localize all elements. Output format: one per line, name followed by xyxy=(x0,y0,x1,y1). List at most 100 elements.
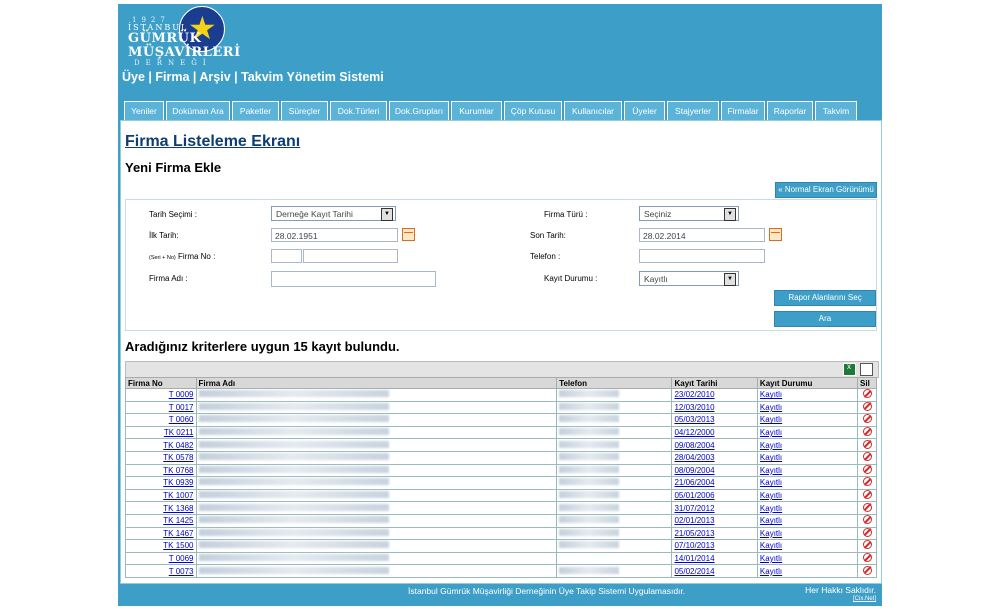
status-link[interactable]: Kayıtlı xyxy=(756,513,859,528)
tab-uyeler[interactable]: Üyeler xyxy=(624,101,665,121)
status-link[interactable]: Kayıtlı xyxy=(756,526,859,541)
delete-icon[interactable] xyxy=(862,414,872,424)
tab-cop-kutusu[interactable]: Çöp Kutusu xyxy=(504,101,562,121)
delete-icon[interactable] xyxy=(862,401,872,411)
table-row[interactable]: T 0017 12/03/2010 Kayıtlı xyxy=(125,400,877,415)
firm-name-input[interactable] xyxy=(271,271,436,287)
firm-no-link[interactable]: T 0073 xyxy=(125,564,197,578)
col-status[interactable]: Kayıt Durumu xyxy=(756,377,859,389)
delete-cell[interactable] xyxy=(857,551,877,566)
delete-cell[interactable] xyxy=(857,513,877,528)
delete-cell[interactable] xyxy=(857,413,877,427)
delete-cell[interactable] xyxy=(857,526,877,541)
table-row[interactable]: TK 1500 07/10/2013 Kayıtlı xyxy=(125,539,877,553)
date-select-dropdown[interactable]: Derneğe Kayıt Tarihi ▼ xyxy=(271,206,396,221)
table-row[interactable]: TK 0578 28/04/2003 Kayıtlı xyxy=(125,450,877,465)
firm-no-link[interactable]: TK 0768 xyxy=(125,463,197,478)
col-firm-no[interactable]: Firma No xyxy=(125,377,197,389)
reg-date-link[interactable]: 21/06/2004 xyxy=(671,476,758,490)
delete-icon[interactable] xyxy=(862,439,872,449)
delete-cell[interactable] xyxy=(857,488,877,503)
delete-icon[interactable] xyxy=(862,490,872,500)
firm-no-link[interactable]: TK 0939 xyxy=(125,476,197,490)
calendar-icon[interactable] xyxy=(402,228,415,241)
status-link[interactable]: Kayıtlı xyxy=(756,413,859,427)
print-icon[interactable] xyxy=(860,363,873,376)
table-row[interactable]: TK 1425 02/01/2013 Kayıtlı xyxy=(125,513,877,528)
tab-firmalar[interactable]: Firmalar xyxy=(721,101,765,121)
delete-icon[interactable] xyxy=(862,540,872,550)
tab-kullanicilar[interactable]: Kullanıcılar xyxy=(564,101,622,121)
firm-no-link[interactable]: T 0069 xyxy=(125,551,197,566)
table-row[interactable]: TK 1368 31/07/2012 Kayıtlı xyxy=(125,501,877,515)
excel-export-icon[interactable] xyxy=(843,362,856,376)
firm-type-dropdown[interactable]: Seçiniz ▼ xyxy=(639,206,739,221)
firm-no-link[interactable]: T 0017 xyxy=(125,400,197,415)
tab-yeniler[interactable]: Yeniler xyxy=(124,101,164,121)
reg-date-link[interactable]: 12/03/2010 xyxy=(671,400,758,415)
status-link[interactable]: Kayıtlı xyxy=(756,539,859,553)
col-phone[interactable]: Telefon xyxy=(556,377,673,389)
tab-surecler[interactable]: Süreçler xyxy=(281,101,328,121)
status-link[interactable]: Kayıtlı xyxy=(756,400,859,415)
reg-date-link[interactable]: 04/12/2000 xyxy=(671,425,758,440)
delete-icon[interactable] xyxy=(862,527,872,537)
reg-date-link[interactable]: 21/05/2013 xyxy=(671,526,758,541)
status-link[interactable]: Kayıtlı xyxy=(756,501,859,515)
delete-icon[interactable] xyxy=(862,553,872,563)
firm-no-link[interactable]: TK 0482 xyxy=(125,438,197,452)
start-date-input[interactable]: 28.02.1951 xyxy=(271,228,398,242)
phone-input[interactable] xyxy=(639,249,765,263)
status-link[interactable]: Kayıtlı xyxy=(756,438,859,452)
delete-cell[interactable] xyxy=(857,388,877,402)
normal-view-button[interactable]: « Normal Ekran Görünümü xyxy=(775,182,877,198)
table-row[interactable]: TK 0768 08/09/2004 Kayıtlı xyxy=(125,463,877,478)
firm-no-link[interactable]: TK 1425 xyxy=(125,513,197,528)
table-row[interactable]: T 0073 05/02/2014 Kayıtlı xyxy=(125,564,877,578)
tab-paketler[interactable]: Paketler xyxy=(232,101,279,121)
delete-icon[interactable] xyxy=(862,477,872,487)
firm-no-link[interactable]: TK 1368 xyxy=(125,501,197,515)
reg-date-link[interactable]: 07/10/2013 xyxy=(671,539,758,553)
tab-dok-turleri[interactable]: Dok.Türleri xyxy=(330,101,387,121)
delete-cell[interactable] xyxy=(857,564,877,578)
delete-icon[interactable] xyxy=(862,515,872,525)
tab-dokuman-ara[interactable]: Doküman Ara xyxy=(166,101,230,121)
reg-date-link[interactable]: 14/01/2014 xyxy=(671,551,758,566)
tab-stajyerler[interactable]: Stajyerler xyxy=(667,101,719,121)
firm-no-link[interactable]: T 0060 xyxy=(125,413,197,427)
tab-kurumlar[interactable]: Kurumlar xyxy=(451,101,502,121)
delete-cell[interactable] xyxy=(857,463,877,478)
reg-date-link[interactable]: 23/02/2010 xyxy=(671,388,758,402)
tab-takvim[interactable]: Takvim xyxy=(815,101,857,121)
firm-no-link[interactable]: TK 1007 xyxy=(125,488,197,503)
table-row[interactable]: TK 1467 21/05/2013 Kayıtlı xyxy=(125,526,877,541)
firm-no-link[interactable]: TK 1467 xyxy=(125,526,197,541)
delete-icon[interactable] xyxy=(862,452,872,462)
col-firm-name[interactable]: Firma Adı xyxy=(195,377,558,389)
credit-link-text[interactable]: [Cix.Net] xyxy=(853,596,876,602)
firm-no-link[interactable]: T 0009 xyxy=(125,388,197,402)
delete-cell[interactable] xyxy=(857,539,877,553)
reg-date-link[interactable]: 31/07/2012 xyxy=(671,501,758,515)
delete-cell[interactable] xyxy=(857,438,877,452)
delete-cell[interactable] xyxy=(857,400,877,415)
end-date-input[interactable]: 28.02.2014 xyxy=(639,228,765,242)
table-row[interactable]: TK 0211 04/12/2000 Kayıtlı xyxy=(125,425,877,440)
delete-cell[interactable] xyxy=(857,425,877,440)
delete-icon[interactable] xyxy=(862,389,872,399)
delete-cell[interactable] xyxy=(857,450,877,465)
delete-cell[interactable] xyxy=(857,476,877,490)
table-row[interactable]: T 0009 23/02/2010 Kayıtlı xyxy=(125,388,877,402)
firm-no-input[interactable] xyxy=(303,249,398,263)
col-reg-date[interactable]: Kayıt Tarihi xyxy=(671,377,758,389)
tab-raporlar[interactable]: Raporlar xyxy=(767,101,813,121)
table-row[interactable]: T 0060 05/03/2013 Kayıtlı xyxy=(125,413,877,427)
tab-dok-gruplari[interactable]: Dok.Grupları xyxy=(389,101,449,121)
reg-date-link[interactable]: 02/01/2013 xyxy=(671,513,758,528)
status-link[interactable]: Kayıtlı xyxy=(756,551,859,566)
credit-link[interactable]: [Cix.Net] xyxy=(853,596,876,602)
status-link[interactable]: Kayıtlı xyxy=(756,388,859,402)
report-fields-button[interactable]: Rapor Alanlarını Seç xyxy=(774,290,876,306)
firm-no-link[interactable]: TK 0211 xyxy=(125,425,197,440)
